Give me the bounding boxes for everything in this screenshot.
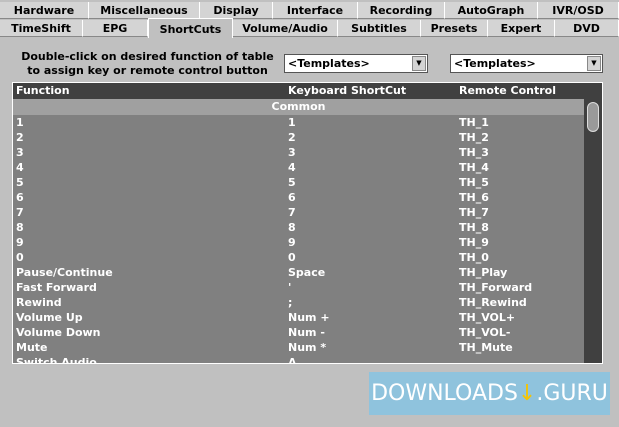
- group-row-common[interactable]: Common: [13, 99, 584, 115]
- remote-cell: TH_2: [459, 131, 489, 144]
- table-row[interactable]: Volume Up Num + TH_VOL+: [13, 310, 584, 325]
- table-row[interactable]: Mute Num * TH_Mute: [13, 340, 584, 355]
- table-row[interactable]: 1 1 TH_1: [13, 115, 584, 130]
- table-row[interactable]: 5 5 TH_5: [13, 175, 584, 190]
- keyboard-cell: 0: [288, 251, 296, 264]
- table-row[interactable]: 0 0 TH_0: [13, 250, 584, 265]
- tab-ivr-osd[interactable]: IVR/OSD: [538, 2, 619, 19]
- downloads-guru-watermark: DOWNLOADS↓.GURU: [369, 372, 610, 415]
- keyboard-cell: 8: [288, 221, 296, 234]
- keyboard-cell: 5: [288, 176, 296, 189]
- tab-interface[interactable]: Interface: [273, 2, 358, 19]
- table-row[interactable]: 8 8 TH_8: [13, 220, 584, 235]
- remote-cell: TH_1: [459, 116, 489, 129]
- remote-templates-dropdown[interactable]: <Templates> ▼: [450, 54, 603, 73]
- table-row[interactable]: 6 6 TH_6: [13, 190, 584, 205]
- function-cell: Pause/Continue: [16, 266, 113, 279]
- table-row[interactable]: 3 3 TH_3: [13, 145, 584, 160]
- remote-cell: TH_VOL+: [459, 311, 516, 324]
- keyboard-cell: 3: [288, 146, 296, 159]
- remote-cell: TH_Forward: [459, 281, 533, 294]
- remote-cell: TH_6: [459, 191, 489, 204]
- chevron-down-icon[interactable]: ▼: [587, 56, 601, 71]
- tab-expert[interactable]: Expert: [488, 20, 555, 37]
- tab-presets[interactable]: Presets: [421, 20, 488, 37]
- table-row[interactable]: 2 2 TH_2: [13, 130, 584, 145]
- function-cell: 2: [16, 131, 24, 144]
- chevron-down-icon[interactable]: ▼: [412, 56, 426, 71]
- table-row[interactable]: Switch Audio A: [13, 355, 584, 364]
- keyboard-cell: 9: [288, 236, 296, 249]
- tab-miscellaneous[interactable]: Miscellaneous: [89, 2, 200, 19]
- keyboard-cell: Num +: [288, 311, 330, 324]
- table-row[interactable]: 4 4 TH_4: [13, 160, 584, 175]
- remote-cell: TH_7: [459, 206, 489, 219]
- keyboard-cell: 2: [288, 131, 296, 144]
- dropdown-value: <Templates>: [454, 57, 536, 70]
- remote-cell: TH_8: [459, 221, 489, 234]
- function-cell: Fast Forward: [16, 281, 97, 294]
- table-row[interactable]: Rewind; TH_Rewind: [13, 295, 584, 310]
- keyboard-cell: 1: [288, 116, 296, 129]
- tab-timeshift[interactable]: TimeShift: [0, 20, 83, 37]
- column-header-function[interactable]: Function: [16, 83, 70, 99]
- keyboard-cell: ': [288, 281, 292, 294]
- tab-dvd[interactable]: DVD: [555, 20, 619, 37]
- column-header-keyboard[interactable]: Keyboard ShortCut: [288, 83, 406, 99]
- table-row[interactable]: 9 9 TH_9: [13, 235, 584, 250]
- table-row[interactable]: Pause/Continue Space TH_Play: [13, 265, 584, 280]
- keyboard-cell: 6: [288, 191, 296, 204]
- function-cell: Switch Audio: [16, 356, 97, 364]
- tab-hardware[interactable]: Hardware: [0, 2, 89, 19]
- function-cell: 6: [16, 191, 24, 204]
- keyboard-cell: Space: [288, 266, 326, 279]
- remote-cell: TH_Rewind: [459, 296, 527, 309]
- keyboard-cell: A: [288, 356, 297, 364]
- function-cell: 1: [16, 116, 24, 129]
- keyboard-cell: Num *: [288, 341, 327, 354]
- keyboard-cell: 4: [288, 161, 296, 174]
- remote-cell: TH_9: [459, 236, 489, 249]
- function-cell: 7: [16, 206, 24, 219]
- tab-shortcuts[interactable]: ShortCuts: [148, 18, 233, 38]
- table-row[interactable]: 7 7 TH_7: [13, 205, 584, 220]
- scrollbar-thumb[interactable]: [587, 102, 599, 132]
- table-header: Function Keyboard ShortCut Remote Contro…: [13, 83, 602, 99]
- table-row[interactable]: Volume Down Num - TH_VOL-: [13, 325, 584, 340]
- remote-cell: TH_3: [459, 146, 489, 159]
- remote-cell: TH_5: [459, 176, 489, 189]
- vertical-scrollbar[interactable]: [584, 99, 602, 363]
- tab-autograph[interactable]: AutoGraph: [445, 2, 538, 19]
- function-cell: 0: [16, 251, 24, 264]
- remote-cell: TH_4: [459, 161, 489, 174]
- function-cell: 4: [16, 161, 24, 174]
- instruction-text: Double-click on desired function of tabl…: [21, 50, 274, 77]
- keyboard-cell: Num -: [288, 326, 325, 339]
- function-cell: 8: [16, 221, 24, 234]
- dropdown-value: <Templates>: [288, 57, 370, 70]
- function-cell: 3: [16, 146, 24, 159]
- remote-cell: TH_VOL-: [459, 326, 511, 339]
- function-cell: Volume Down: [16, 326, 101, 339]
- function-cell: 9: [16, 236, 24, 249]
- remote-cell: TH_Play: [459, 266, 508, 279]
- keyboard-templates-dropdown[interactable]: <Templates> ▼: [284, 54, 428, 73]
- keyboard-cell: ;: [288, 296, 293, 309]
- keyboard-cell: 7: [288, 206, 296, 219]
- function-cell: Rewind: [16, 296, 62, 309]
- remote-cell: TH_0: [459, 251, 489, 264]
- tab-display[interactable]: Display: [200, 2, 273, 19]
- remote-cell: TH_Mute: [459, 341, 513, 354]
- tab-volume-audio[interactable]: Volume/Audio: [233, 20, 338, 37]
- function-cell: 5: [16, 176, 24, 189]
- tab-subtitles[interactable]: Subtitles: [338, 20, 421, 37]
- function-cell: Mute: [16, 341, 48, 354]
- tab-recording[interactable]: Recording: [358, 2, 445, 19]
- tab-epg[interactable]: EPG: [83, 20, 148, 37]
- column-header-remote[interactable]: Remote Control: [459, 83, 556, 99]
- table-row[interactable]: Fast Forward ' TH_Forward: [13, 280, 584, 295]
- shortcuts-table: Function Keyboard ShortCut Remote Contro…: [12, 82, 603, 364]
- function-cell: Volume Up: [16, 311, 83, 324]
